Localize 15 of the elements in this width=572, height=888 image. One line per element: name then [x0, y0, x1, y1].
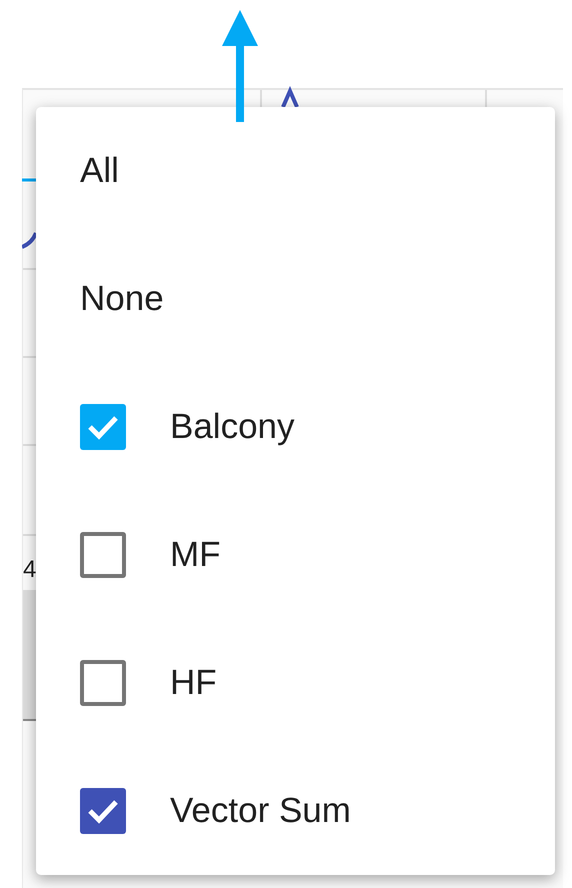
- checkbox-label[interactable]: HF: [170, 663, 217, 703]
- curve-line: [22, 232, 38, 249]
- menu-item[interactable]: None: [36, 235, 555, 363]
- checkbox[interactable]: [80, 404, 126, 450]
- checkbox[interactable]: [80, 788, 126, 834]
- checkbox-label[interactable]: Vector Sum: [170, 791, 351, 831]
- menu-item[interactable]: All: [36, 107, 555, 235]
- axis-label: 4: [23, 555, 37, 585]
- curve-line: [281, 86, 299, 108]
- up-arrow-icon: [222, 10, 258, 122]
- checkbox-label[interactable]: Balcony: [170, 407, 295, 447]
- checkbox[interactable]: [80, 660, 126, 706]
- checkbox-label[interactable]: MF: [170, 535, 221, 575]
- checkbox[interactable]: [80, 532, 126, 578]
- curve-line: [22, 178, 36, 182]
